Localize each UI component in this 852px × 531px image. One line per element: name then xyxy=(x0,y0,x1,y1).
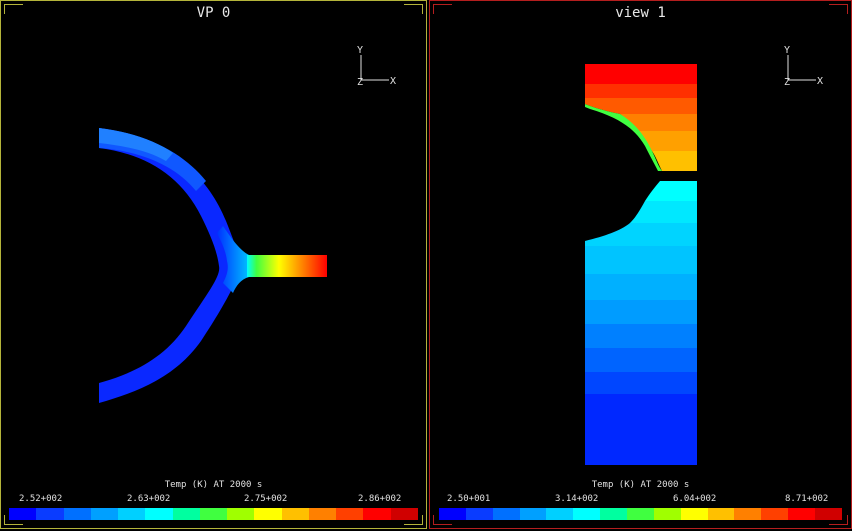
colorbar-label: 3.14+002 xyxy=(555,494,599,504)
colorbar-swatch xyxy=(90,508,119,520)
colorbar-label: 2.52+002 xyxy=(19,494,63,504)
upper-hot-region xyxy=(585,64,697,171)
colorbar-label: 2.86+002 xyxy=(358,494,402,504)
colorbar-swatch xyxy=(761,508,789,520)
colorbar-label: 2.50+001 xyxy=(447,494,491,504)
temperature-field-plot[interactable] xyxy=(1,1,428,530)
colorbar-swatch xyxy=(199,508,228,520)
colorbar-swatch xyxy=(788,508,816,520)
colorbar-swatch xyxy=(653,508,681,520)
colorbar-title: Temp (K) AT 2000 s xyxy=(591,480,690,490)
colorbar-swatch xyxy=(573,508,601,520)
colorbar-swatch xyxy=(227,508,255,520)
colorbar-swatch xyxy=(439,508,466,520)
colorbar-swatch xyxy=(627,508,654,520)
colorbar-title: Temp (K) AT 2000 s xyxy=(164,480,263,490)
colorbar-swatch xyxy=(36,508,64,520)
viewport-view1[interactable]: view 1 Y X Z Temp (K) AT 2000 s 2.50+001… xyxy=(429,0,852,529)
colorbar-swatch xyxy=(734,508,762,520)
colorbar xyxy=(439,508,842,520)
temperature-field-plot[interactable] xyxy=(430,1,852,530)
colorbar-label: 6.04+002 xyxy=(673,494,717,504)
lower-cool-region xyxy=(585,181,697,465)
colorbar xyxy=(9,508,418,520)
colorbar-swatch xyxy=(281,508,309,520)
colorbar-swatch xyxy=(815,508,842,520)
stem-region xyxy=(247,255,327,277)
colorbar-swatch xyxy=(254,508,282,520)
colorbar-swatch xyxy=(680,508,708,520)
colorbar-swatch xyxy=(336,508,364,520)
colorbar-swatch xyxy=(519,508,547,520)
colorbar-label: 8.71+002 xyxy=(785,494,829,504)
colorbar-swatch xyxy=(9,508,37,520)
colorbar-swatch xyxy=(465,508,493,520)
colorbar-swatch xyxy=(707,508,735,520)
colorbar-label: 2.63+002 xyxy=(127,494,171,504)
colorbar-swatch xyxy=(145,508,173,520)
colorbar-swatch xyxy=(600,508,628,520)
colorbar-swatch xyxy=(63,508,91,520)
colorbar-swatch xyxy=(118,508,146,520)
colorbar-swatch xyxy=(172,508,200,520)
arc-band xyxy=(99,128,241,403)
colorbar-label: 2.75+002 xyxy=(244,494,288,504)
colorbar-swatch xyxy=(308,508,337,520)
colorbar-swatch xyxy=(390,508,418,520)
viewport-vp0[interactable]: VP 0 Y X Z Temp (K) AT 2000 s 2.52+002 2… xyxy=(0,0,427,529)
colorbar-swatch xyxy=(492,508,520,520)
colorbar-swatch xyxy=(363,508,391,520)
colorbar-swatch xyxy=(546,508,574,520)
